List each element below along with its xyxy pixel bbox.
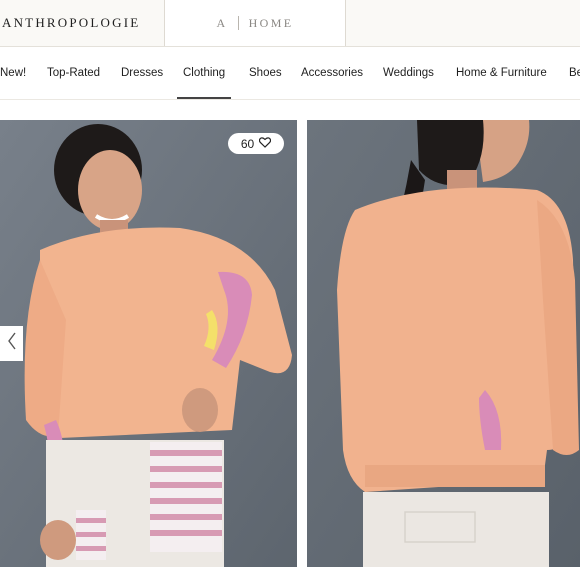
product-image-back[interactable] (307, 120, 580, 567)
chevron-left-icon (7, 332, 17, 355)
favorite-count: 60 (240, 136, 255, 151)
category-nav: New! Top-Rated Dresses Clothing Shoes Ac… (0, 47, 580, 100)
brand-logo[interactable]: ANTHROPOLOGIE (0, 0, 164, 46)
nav-item-new[interactable]: New! (0, 47, 26, 99)
previous-image-button[interactable] (0, 326, 23, 361)
favorite-button[interactable]: 60 (228, 133, 284, 154)
header-divider (345, 0, 346, 46)
nav-item-clothing[interactable]: Clothing (176, 47, 232, 99)
home-tab-separator (237, 16, 239, 30)
nav-item-beauty[interactable]: Be (569, 47, 580, 99)
home-tab-label: HOME (248, 15, 294, 30)
home-tab-prefix: A (216, 15, 228, 30)
nav-item-top-rated[interactable]: Top-Rated (47, 47, 100, 99)
site-header: ANTHROPOLOGIE A HOME (0, 0, 580, 47)
heart-icon (259, 136, 272, 151)
product-image-front[interactable] (0, 120, 297, 567)
nav-item-accessories[interactable]: Accessories (301, 47, 363, 99)
nav-item-home-furniture[interactable]: Home & Furniture (456, 47, 547, 99)
home-tab[interactable]: A HOME (165, 0, 345, 46)
nav-item-weddings[interactable]: Weddings (383, 47, 434, 99)
nav-item-dresses[interactable]: Dresses (121, 47, 163, 99)
nav-item-shoes[interactable]: Shoes (249, 47, 282, 99)
